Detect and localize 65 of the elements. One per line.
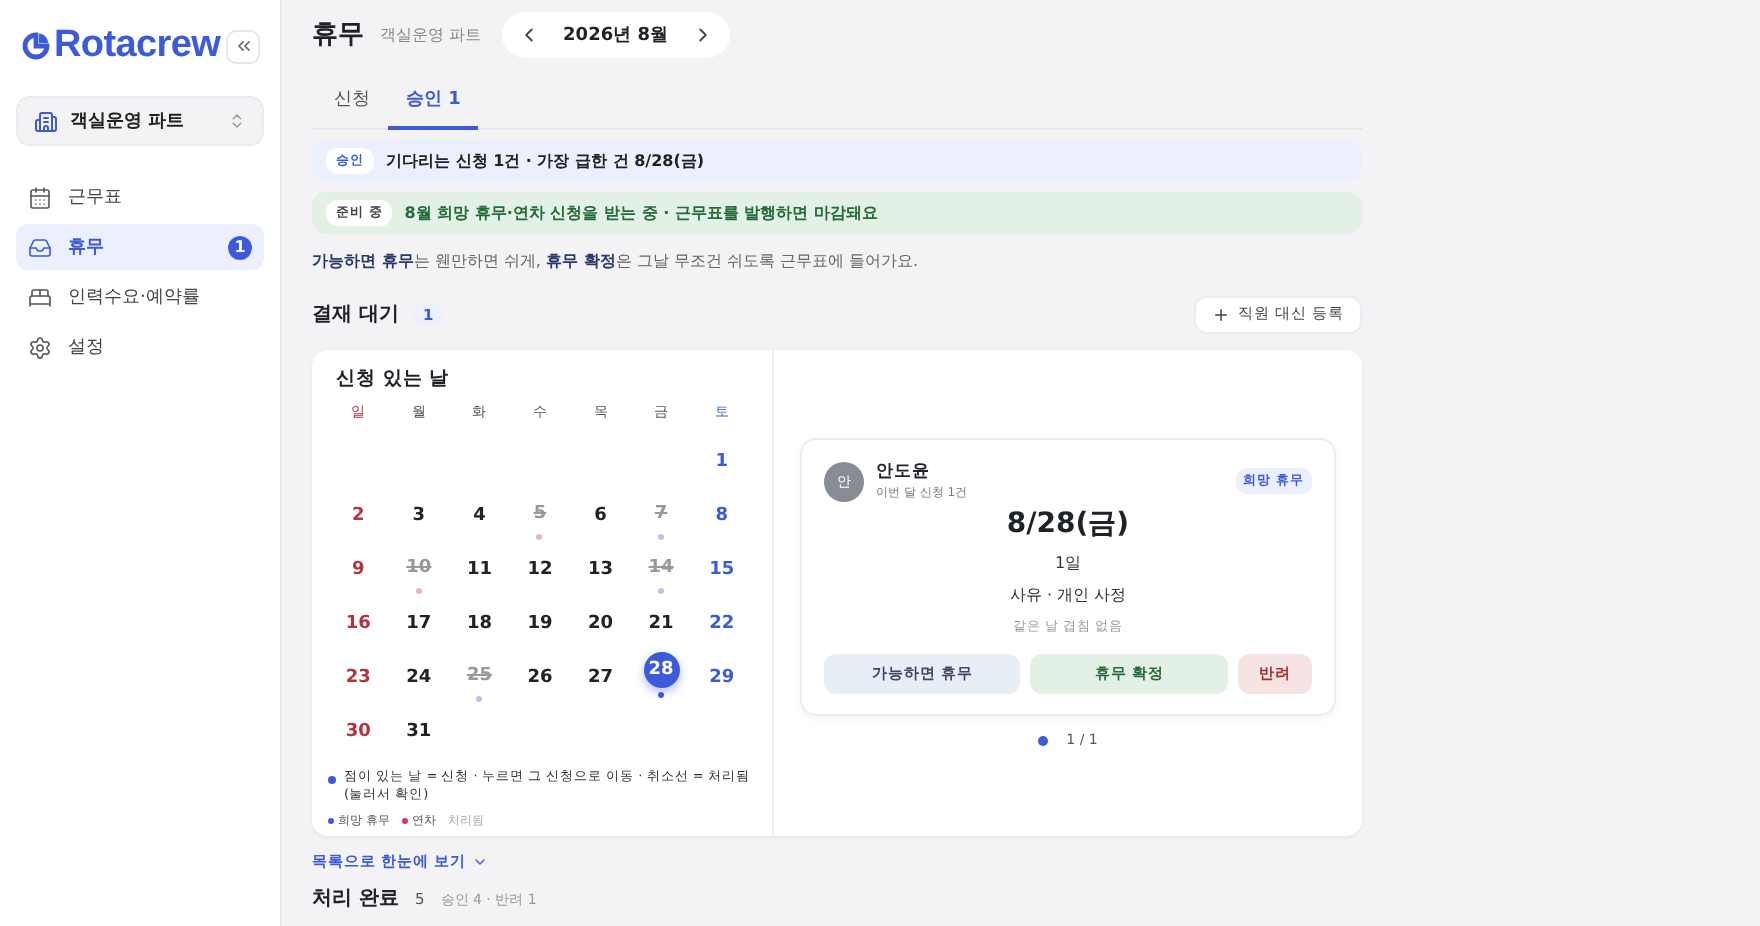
month-label: 2026년 8월	[563, 23, 668, 47]
calendar-day[interactable]: 11	[461, 552, 498, 588]
calendar-day[interactable]: 26	[521, 660, 558, 696]
settings-icon	[28, 335, 52, 359]
nav-item[interactable]: 근무표	[16, 174, 264, 220]
calendar-day[interactable]: 29	[703, 660, 740, 696]
logo-icon	[22, 32, 50, 60]
calendar-title: 신청 있는 날	[336, 366, 452, 392]
employee-name: 안도윤	[876, 460, 932, 484]
calendar-day[interactable]: 24	[400, 660, 437, 696]
logo-text: Rotacrew	[54, 24, 221, 68]
calendar-day[interactable]: 21	[643, 606, 680, 642]
chevrons-left-icon	[233, 36, 253, 56]
request-reason: 사유 · 개인 사정	[1009, 584, 1127, 606]
calendar-day[interactable]: 2	[340, 498, 377, 534]
help-text: 가능하면 휴무는 웬만하면 쉬게, 휴무 확정은 그날 무조건 쉬도록 근무표에 들어가요.	[312, 250, 921, 272]
banner-text: 기다리는 신청 1건 · 가장 급한 건 8/28(금)	[386, 150, 705, 172]
calendar-day[interactable]: 13	[582, 552, 619, 588]
calendar-icon	[28, 185, 52, 209]
calendar-day[interactable]: 22	[703, 606, 740, 642]
team-selector[interactable]: 객실운영 파트	[16, 96, 264, 146]
calendar-day[interactable]: 1	[703, 444, 740, 480]
nav-label: 휴무	[68, 236, 106, 260]
nav-item[interactable]: 설정	[16, 324, 264, 370]
chevrons-up-down-icon	[228, 112, 246, 130]
section-title: 처리 완료	[312, 886, 399, 912]
page-title: 휴무	[312, 18, 364, 52]
calendar-day[interactable]: 15	[703, 552, 740, 588]
calendar-day[interactable]: 17	[400, 606, 437, 642]
calendar-day[interactable]: 8	[703, 498, 740, 534]
calendar-day[interactable]: 18	[461, 606, 498, 642]
request-duration: 1일	[1054, 552, 1082, 574]
calendar-day[interactable]: 28	[643, 652, 680, 688]
bed-icon	[28, 285, 52, 309]
plus-icon	[1212, 305, 1231, 323]
calendar-day[interactable]: 23	[340, 660, 377, 696]
nav-item[interactable]: 인력수요·예약률	[16, 274, 264, 320]
nav-label: 설정	[68, 336, 106, 360]
calendar-day[interactable]: 9	[340, 552, 377, 588]
collapse-button[interactable]	[226, 29, 260, 63]
section-title: 결재 대기	[312, 302, 399, 328]
request-date: 8/28(금)	[1006, 506, 1130, 542]
banner-text: 8월 희망 휴무·연차 신청을 받는 중 · 근무표를 발행하면 마감돼요	[404, 202, 878, 224]
calendar-day[interactable]: 6	[582, 498, 619, 534]
tab[interactable]: 승인 1	[388, 74, 479, 130]
count-badge: 1	[228, 235, 252, 259]
building-icon	[34, 109, 58, 133]
calendar-day[interactable]: 19	[521, 606, 558, 642]
tab[interactable]: 신청	[316, 74, 388, 130]
inbox-icon	[28, 235, 52, 259]
calendar-day[interactable]: 27	[582, 660, 619, 696]
calendar-day[interactable]: 4	[461, 498, 498, 534]
nav-label: 근무표	[68, 186, 124, 210]
page-subtitle: 객실운영 파트	[380, 23, 482, 45]
calendar-day[interactable]: 16	[340, 606, 377, 642]
calendar-day[interactable]: 30	[340, 714, 377, 750]
calendar-day[interactable]: 12	[521, 552, 558, 588]
calendar-day[interactable]: 31	[400, 714, 437, 750]
nav-label: 인력수요·예약률	[68, 286, 202, 310]
dot-icon	[328, 776, 336, 784]
nav-item[interactable]: 휴무 1	[16, 224, 264, 270]
calendar-day[interactable]: 3	[400, 498, 437, 534]
chevron-down-icon	[472, 854, 489, 870]
page-dot	[1038, 735, 1049, 745]
calendar-day[interactable]: 20	[582, 606, 619, 642]
